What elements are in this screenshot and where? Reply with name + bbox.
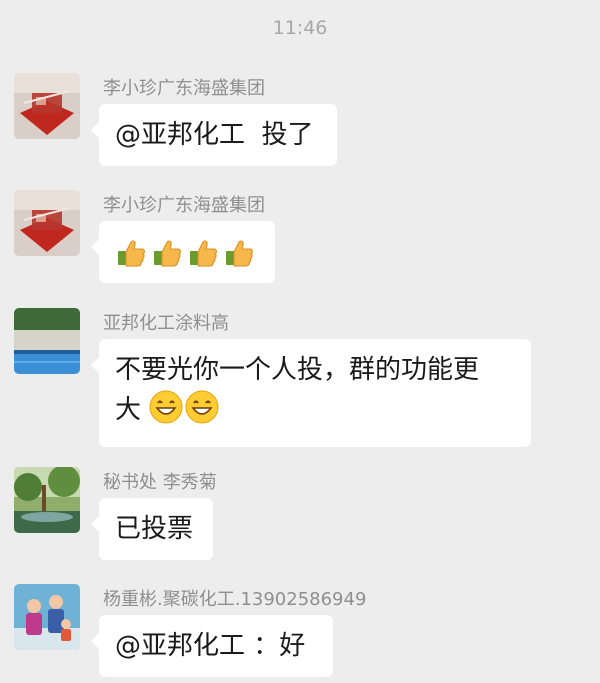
- message-text: @亚邦化工 ：好: [115, 631, 306, 661]
- red-gift-avatar-icon: [14, 190, 80, 256]
- message-text: 大: [115, 395, 142, 425]
- family-photo-avatar-icon: [14, 584, 80, 650]
- sender-name: 杨重彬.聚碳化工.13902586949: [103, 589, 367, 610]
- message-text: 已投票: [115, 514, 194, 544]
- thumbs-up-icon: [154, 240, 181, 266]
- message-text: @亚邦化工 投了: [115, 120, 314, 150]
- thumbs-up-icon: [226, 240, 253, 266]
- sender-avatar[interactable]: [14, 190, 80, 256]
- message-bubble[interactable]: 不要光你一个人投，群的功能更 大: [91, 339, 531, 447]
- message-text: 不要光你一个人投，群的功能更: [115, 355, 480, 385]
- sender-name: 李小珍广东海盛集团: [103, 195, 265, 216]
- sender-name: 李小珍广东海盛集团: [103, 78, 265, 99]
- message-text-line2: 大: [115, 390, 515, 430]
- sender-avatar[interactable]: [14, 308, 80, 374]
- sender-avatar[interactable]: [14, 467, 80, 533]
- message-bubble[interactable]: 已投票: [91, 498, 213, 560]
- pool-avatar-icon: [14, 308, 80, 374]
- message-bubble[interactable]: @亚邦化工 ：好: [91, 615, 333, 677]
- thumbs-up-icon: [118, 240, 145, 266]
- grin-icon: [149, 390, 183, 424]
- grin-icon: [185, 390, 219, 424]
- sender-avatar[interactable]: [14, 73, 80, 139]
- sender-avatar[interactable]: [14, 584, 80, 650]
- sender-name: 亚邦化工涂料高: [103, 313, 229, 334]
- sender-name: 秘书处 李秀菊: [103, 472, 217, 493]
- message-bubble[interactable]: [91, 221, 275, 283]
- garden-avatar-icon: [14, 467, 80, 533]
- red-gift-avatar-icon: [14, 73, 80, 139]
- timestamp: 11:46: [272, 17, 328, 39]
- thumbs-up-icon: [190, 240, 217, 266]
- message-bubble[interactable]: @亚邦化工 投了: [91, 104, 337, 166]
